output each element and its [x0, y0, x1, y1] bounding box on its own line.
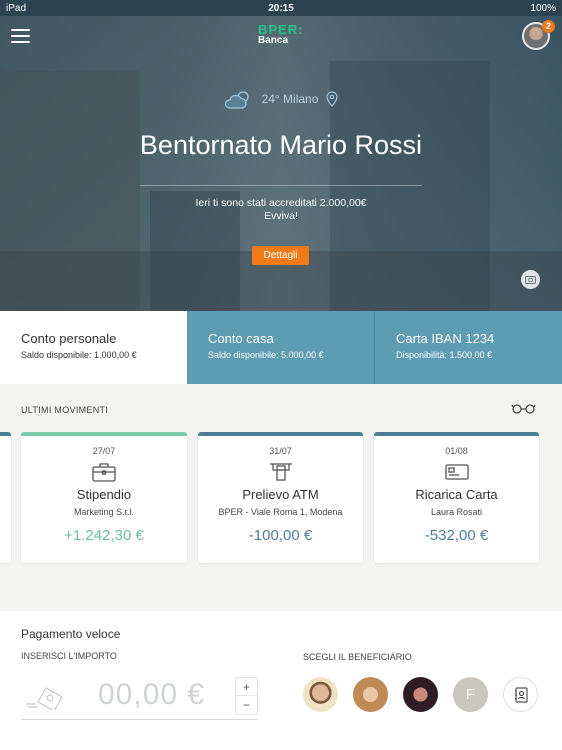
movement-card[interactable]: 31/07 Prelievo ATM BPER - Viale Roma 1, …: [198, 432, 363, 563]
quick-payment-title: Pagamento veloce: [21, 627, 121, 641]
beneficiary-avatar[interactable]: [403, 677, 438, 712]
movement-date: 31/07: [269, 446, 292, 456]
atm-icon: [198, 462, 363, 482]
amount-underline: [21, 719, 258, 720]
account-tab-casa[interactable]: Conto casa Saldo disponibile: 5.000,00 €: [187, 311, 374, 384]
movement-date: 27/07: [92, 446, 116, 456]
hero-banner: [0, 16, 562, 311]
clock: 20:15: [268, 2, 294, 14]
account-title: Conto personale: [21, 331, 117, 346]
notification-badge: 2: [542, 20, 555, 33]
movement-date: 01/08: [445, 446, 468, 456]
amount-label: INSERISCI L'IMPORTO: [21, 651, 117, 661]
account-tab-carta[interactable]: Carta IBAN 1234 Disponibilità: 1.500,00 …: [374, 311, 562, 384]
welcome-title: Bentornato Mario Rossi: [139, 130, 423, 160]
camera-icon[interactable]: [521, 270, 540, 289]
amount-stepper[interactable]: + −: [235, 677, 258, 715]
amount-input[interactable]: 00,00 €: [98, 678, 205, 712]
accounts-strip: Conto personale Saldo disponibile: 1.000…: [0, 311, 562, 384]
increase-button[interactable]: +: [236, 678, 257, 696]
bper-logo: BPER: Banca: [258, 22, 304, 46]
account-tab-personale[interactable]: Conto personale Saldo disponibile: 1.000…: [0, 311, 187, 384]
weather-widget: 24° Milano: [0, 88, 562, 110]
glasses-icon[interactable]: [511, 402, 536, 414]
briefcase-icon: [21, 462, 187, 482]
hero-divider: [140, 185, 422, 186]
weather-text: 24° Milano: [261, 92, 319, 106]
top-bar: BPER: Banca 2: [0, 16, 562, 56]
beneficiary-label: SCEGLI IL BENEFICIARIO: [303, 652, 412, 662]
partly-cloudy-icon: [224, 91, 249, 109]
movement-card-partial[interactable]: [0, 432, 11, 563]
movement-subtitle: Laura Rosati: [430, 507, 483, 517]
credit-message-line1: Ieri ti sono stati accreditati 2.000,00€: [195, 197, 367, 209]
details-button[interactable]: Dettagli: [252, 246, 309, 265]
account-balance: Saldo disponibile: 1.000,00 €: [21, 350, 137, 360]
movement-title: Prelievo ATM: [242, 487, 319, 502]
decrease-button[interactable]: −: [236, 696, 257, 714]
account-balance: Saldo disponibile: 5.000,00 €: [208, 350, 324, 360]
location-pin-icon[interactable]: [326, 91, 339, 107]
movement-subtitle: Marketing S.r.l.: [73, 507, 135, 517]
credit-message-line2: Evviva!: [264, 210, 298, 222]
money-icon: [26, 687, 63, 710]
movements-header: ULTIMI MOVIMENTI: [21, 405, 109, 415]
address-book-icon[interactable]: [503, 677, 538, 712]
status-bar: iPad 20:15 100%: [0, 0, 562, 16]
movement-subtitle: BPER - Viale Roma 1, Modena: [218, 507, 343, 517]
movement-card[interactable]: 01/08 Ricarica Carta Laura Rosati -532,0…: [374, 432, 539, 563]
credit-message: Ieri ti sono stati accreditati 2.000,00€…: [0, 197, 562, 223]
beneficiary-initial-avatar[interactable]: F: [453, 677, 488, 712]
movement-title: Stipendio: [76, 487, 132, 502]
account-title: Carta IBAN 1234: [396, 331, 495, 346]
beneficiary-avatar[interactable]: [303, 677, 338, 712]
movement-amount: -532,00 €: [424, 527, 489, 544]
hamburger-menu-icon[interactable]: [11, 29, 30, 43]
movement-card[interactable]: 27/07 Stipendio Marketing S.r.l. +1.242,…: [21, 432, 187, 563]
beneficiary-avatar[interactable]: [353, 677, 388, 712]
account-title: Conto casa: [208, 331, 274, 346]
account-balance: Disponibilità: 1.500,00 €: [396, 350, 493, 360]
movement-title: Ricarica Carta: [415, 487, 498, 502]
card-icon: [374, 462, 539, 482]
movement-amount: -100,00 €: [248, 527, 313, 544]
movement-amount: +1.242,30 €: [64, 527, 144, 544]
